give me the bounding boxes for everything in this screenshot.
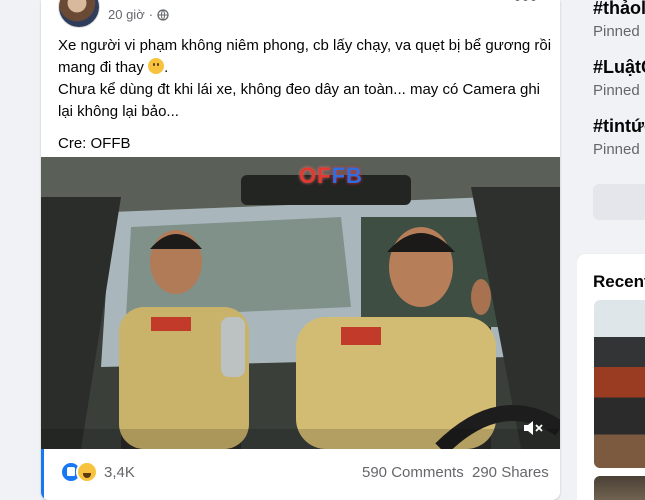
smile-emoji-icon	[148, 58, 165, 74]
topic-pinned-label: Pinned	[593, 23, 640, 40]
topic-tag[interactable]: #tintức	[593, 116, 645, 137]
topic-pinned-label: Pinned	[593, 82, 640, 99]
topic-tag[interactable]: #LuậtG	[593, 57, 645, 78]
post-credit: Cre: OFFB	[58, 135, 131, 152]
recent-media-thumbnail[interactable]	[594, 476, 645, 500]
pinned-topic[interactable]: #LuậtG Pinned	[593, 57, 645, 99]
comments-count-link[interactable]: 590 Comments	[362, 464, 464, 481]
post-video[interactable]: OFFB	[41, 157, 560, 449]
shares-count-link[interactable]: 290 Shares	[472, 464, 549, 481]
pinned-topic[interactable]: #thảol Pinned	[593, 0, 645, 40]
separator-dot: ·	[148, 7, 154, 22]
post-timestamp[interactable]: 20 giờ ·	[108, 7, 169, 22]
post-text-line2: Chưa kể dùng đt khi lái xe, không đeo dâ…	[58, 81, 540, 120]
mute-icon[interactable]	[522, 419, 544, 437]
haha-icon	[76, 461, 98, 483]
post-header: 20 giờ · •••	[41, 0, 560, 30]
recent-media-thumbnail[interactable]	[594, 300, 645, 468]
see-all-button[interactable]	[593, 184, 645, 220]
right-sidebar: #thảol Pinned #LuậtG Pinned #tintức Pinn…	[577, 0, 645, 500]
post-time-label[interactable]: 20 giờ	[108, 7, 145, 22]
recent-media-card: Recent	[577, 254, 645, 500]
reaction-count[interactable]: 3,4K	[104, 464, 135, 481]
globe-icon	[157, 8, 169, 21]
post-text-line1-end: .	[164, 59, 169, 76]
post-card: 20 giờ · ••• Xe người vi phạm không niêm…	[41, 0, 560, 500]
post-text-line1: Xe người vi phạm không niêm phong, cb lấ…	[58, 37, 552, 76]
post-text-paragraph: Xe người vi phạm không niêm phong, cb lấ…	[58, 35, 553, 123]
post-body: Xe người vi phạm không niêm phong, cb lấ…	[58, 35, 553, 155]
reactions-summary[interactable]: 3,4K	[60, 461, 135, 483]
avatar[interactable]	[58, 0, 100, 28]
topic-pinned-label: Pinned	[593, 141, 640, 158]
watermark-part-b: FB	[331, 163, 363, 188]
pinned-topic[interactable]: #tintức Pinned	[593, 116, 645, 158]
video-frame-illustration	[41, 157, 560, 449]
topic-tag[interactable]: #thảol	[593, 0, 645, 19]
post-footer: 3,4K 590 Comments 290 Shares	[41, 449, 560, 500]
watermark-part-a: OF	[299, 163, 332, 188]
recent-title: Recent	[593, 272, 645, 291]
video-watermark: OFFB	[299, 163, 363, 189]
more-options-icon[interactable]: •••	[514, 0, 537, 10]
